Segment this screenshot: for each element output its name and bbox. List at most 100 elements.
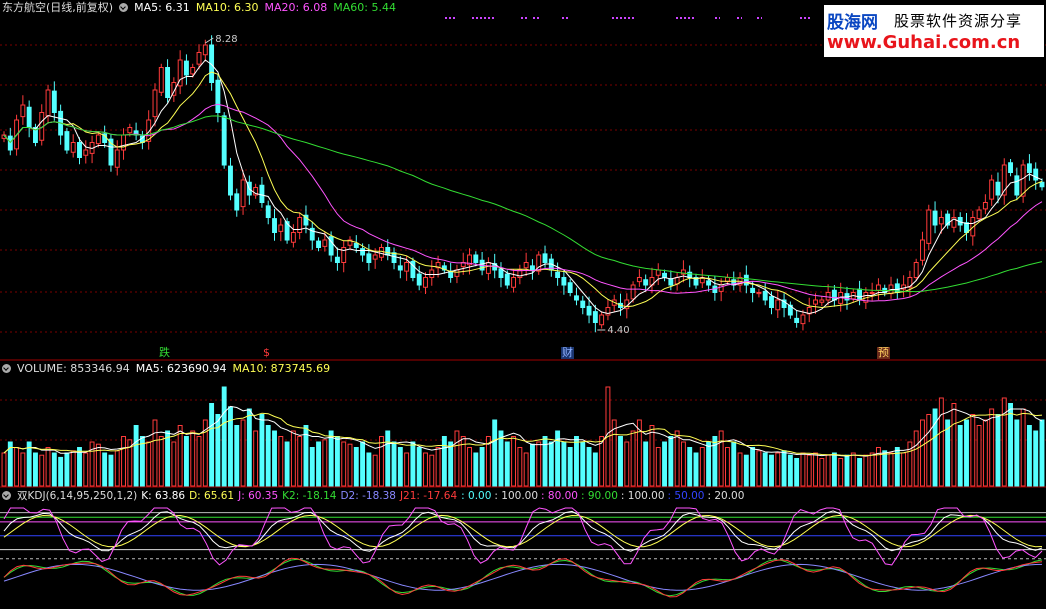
settings-icon[interactable]	[119, 3, 129, 12]
volume-bar	[787, 454, 793, 487]
candle	[1014, 175, 1020, 196]
volume-bar	[423, 452, 428, 487]
ma5-line	[3, 59, 1043, 315]
candle	[630, 284, 636, 300]
candle	[662, 272, 667, 278]
candle	[297, 217, 303, 233]
volume-bar	[706, 441, 712, 487]
candle	[77, 142, 82, 158]
stock-chart[interactable]: 8.28 4.40	[0, 0, 1046, 609]
candle	[831, 289, 837, 301]
candle	[366, 253, 372, 263]
kdj-level-50: : 50.00	[667, 490, 705, 502]
volume-bar	[278, 436, 284, 487]
volume-bar	[529, 443, 535, 487]
volume-bar	[649, 425, 655, 487]
volume-bar	[831, 452, 837, 487]
volume-bar	[58, 456, 64, 487]
candle	[259, 184, 265, 203]
candle	[718, 284, 724, 292]
volume-bar	[819, 458, 825, 487]
candle	[643, 279, 649, 286]
volume-bar	[982, 419, 988, 487]
kdj-level-100b: : 100.00	[620, 490, 665, 502]
volume-bar	[441, 436, 447, 487]
volume-bar	[108, 454, 114, 487]
candle	[668, 278, 674, 286]
volume-bar	[259, 414, 265, 487]
volume-bar	[561, 441, 567, 487]
kdj-level-80: : 80.00	[541, 490, 578, 502]
volume-bar	[1008, 403, 1013, 487]
candle	[51, 90, 57, 113]
candle	[995, 181, 1001, 196]
kdj-j21: J21: -17.64	[399, 490, 458, 502]
candle	[1026, 163, 1032, 173]
main-chart-header: 东方航空(日线,前复权) MA5: 6.31 MA10: 6.30 MA20: 6.0…	[2, 1, 402, 15]
volume-bar	[775, 452, 781, 487]
candle	[45, 89, 51, 117]
candle	[114, 149, 120, 168]
candle	[360, 248, 366, 256]
candle	[353, 242, 359, 248]
volume-bar	[158, 436, 164, 487]
marker-die[interactable]: 跌	[158, 347, 171, 359]
guhai-logo: 股海网 股票软件资源分享 www.Guhai.com.cn	[824, 5, 1044, 57]
volume-bar	[322, 439, 328, 487]
marker-dollar[interactable]: $	[262, 347, 271, 359]
candle	[121, 134, 126, 151]
volume-bar	[240, 419, 246, 487]
candle	[750, 287, 756, 293]
candle	[561, 277, 567, 286]
ma60-value: MA60: 5.44	[333, 1, 396, 14]
volume-bar	[1014, 419, 1020, 487]
kdj-d-line	[3, 514, 1043, 548]
candle	[127, 127, 133, 134]
settings-icon[interactable]	[2, 364, 11, 373]
settings-icon[interactable]	[2, 491, 11, 500]
kdj-j: J: 60.35	[238, 490, 279, 502]
volume-bar	[253, 430, 259, 487]
ma60-line	[3, 115, 1043, 293]
volume-bar	[435, 447, 441, 487]
volume-bar	[246, 408, 252, 487]
volume-bar	[844, 454, 850, 487]
logo-slogan: 股票软件资源分享	[894, 12, 1023, 30]
candle	[290, 232, 296, 243]
candle	[1033, 168, 1039, 181]
candle	[964, 222, 969, 233]
volume-bar	[498, 430, 504, 487]
volume-bar	[473, 452, 479, 487]
volume-bar	[964, 419, 969, 487]
kdj-header: 双KDJ(6,14,95,250,1,2) K: 63.86 D: 65.61 J: …	[2, 489, 747, 503]
candle	[592, 311, 598, 323]
ma5-value: MA5: 6.31	[134, 1, 190, 14]
high-label: 8.28	[215, 34, 237, 45]
candle	[875, 284, 881, 291]
volume-bar	[920, 419, 925, 487]
volume-bar	[14, 447, 20, 487]
volume-bar	[574, 436, 579, 487]
candle	[334, 256, 340, 263]
candle	[278, 224, 284, 232]
volume-ma5: MA5: 623690.94	[135, 362, 227, 375]
volume-bar	[863, 454, 869, 487]
volume-bar	[479, 447, 485, 487]
candle	[655, 269, 661, 276]
volume-bar	[1, 452, 7, 487]
volume-bar	[265, 425, 271, 487]
candle	[372, 254, 378, 260]
candle	[158, 67, 164, 93]
volume-bar	[284, 441, 290, 487]
ma20-value: MA20: 6.08	[264, 1, 328, 14]
volume-bar	[272, 430, 277, 487]
volume-bar	[630, 430, 636, 487]
volume-bar	[800, 452, 806, 487]
marker-yu[interactable]: 预	[877, 347, 890, 359]
volume-bar	[756, 450, 762, 487]
candle	[190, 67, 196, 75]
volume-bar	[794, 458, 800, 487]
marker-cai[interactable]: 财	[561, 347, 574, 359]
volume-bar	[146, 441, 152, 487]
kdj-level-0: : 0.00	[461, 490, 492, 502]
